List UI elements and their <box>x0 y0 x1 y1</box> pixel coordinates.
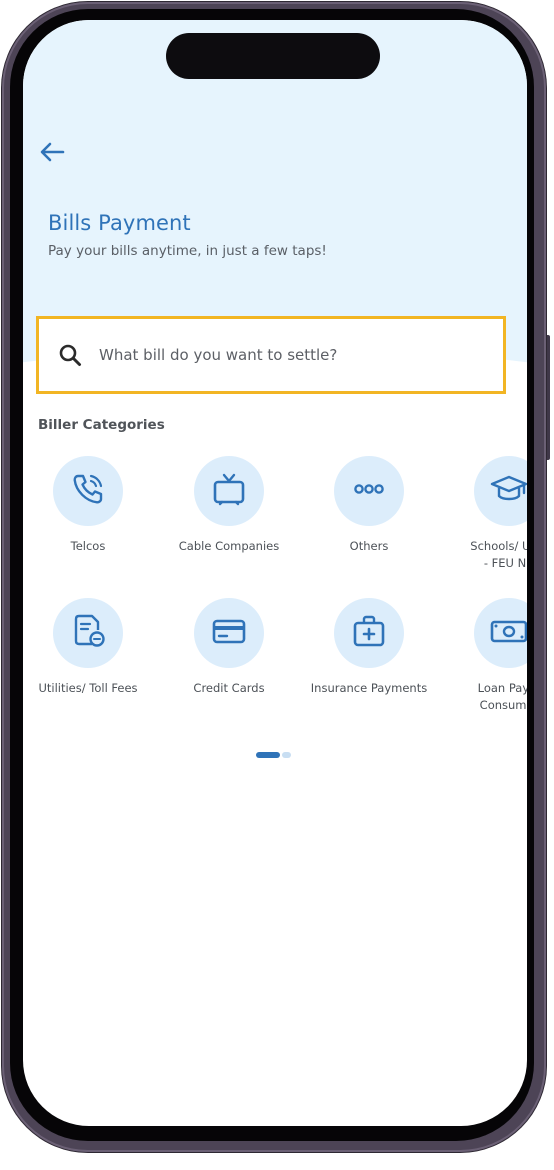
category-label: Credit Cards <box>193 681 265 695</box>
category-icon-circle <box>474 598 527 668</box>
category-telcos[interactable]: Telcos <box>23 456 163 555</box>
category-insurance[interactable]: Insurance Payments <box>294 598 444 697</box>
page-indicator-inactive[interactable] <box>282 752 291 758</box>
medical-kit-icon <box>349 611 389 655</box>
arrow-left-icon <box>39 141 65 167</box>
category-label: Cable Companies <box>178 539 280 553</box>
category-cable-companies[interactable]: Cable Companies <box>154 456 304 555</box>
search-icon <box>57 342 83 368</box>
category-icon-circle <box>194 456 264 526</box>
category-icon-circle <box>474 456 527 526</box>
graduation-cap-icon <box>489 469 527 513</box>
category-label: Insurance Payments <box>310 681 428 695</box>
tv-icon <box>209 469 249 513</box>
category-icon-circle <box>334 598 404 668</box>
app-screen: Bills Payment Pay your bills anytime, in… <box>23 20 527 1126</box>
search-input[interactable] <box>97 345 481 365</box>
category-icon-circle <box>194 598 264 668</box>
back-button[interactable] <box>36 140 68 168</box>
category-icon-circle <box>334 456 404 526</box>
utility-bill-icon <box>68 611 108 655</box>
page-subtitle: Pay your bills anytime, in just a few ta… <box>48 243 327 259</box>
page-title: Bills Payment <box>48 211 191 235</box>
page-indicator-active[interactable] <box>256 752 280 758</box>
category-icon-circle <box>53 456 123 526</box>
category-utilities[interactable]: Utilities/ Toll Fees <box>23 598 163 697</box>
category-others[interactable]: Others <box>294 456 444 555</box>
phone-call-icon <box>68 469 108 513</box>
category-loans[interactable]: Loan Paym Consumer <box>434 598 527 714</box>
credit-card-icon <box>209 611 249 655</box>
section-title: Biller Categories <box>38 417 165 433</box>
category-credit-cards[interactable]: Credit Cards <box>154 598 304 697</box>
category-label: Loan Paym Consumer <box>477 681 527 712</box>
category-schools[interactable]: Schools/ Univ - FEU NR <box>434 456 527 572</box>
search-bar[interactable] <box>36 316 506 394</box>
category-label: Utilities/ Toll Fees <box>38 681 138 695</box>
category-label: Schools/ Univ - FEU NR <box>470 539 527 570</box>
category-label: Telcos <box>70 539 106 553</box>
more-dots-icon <box>349 469 389 513</box>
category-label: Others <box>349 539 389 553</box>
cash-icon <box>489 611 527 655</box>
category-icon-circle <box>53 598 123 668</box>
dynamic-island <box>166 33 380 79</box>
phone-mockup: Bills Payment Pay your bills anytime, in… <box>0 0 554 1170</box>
